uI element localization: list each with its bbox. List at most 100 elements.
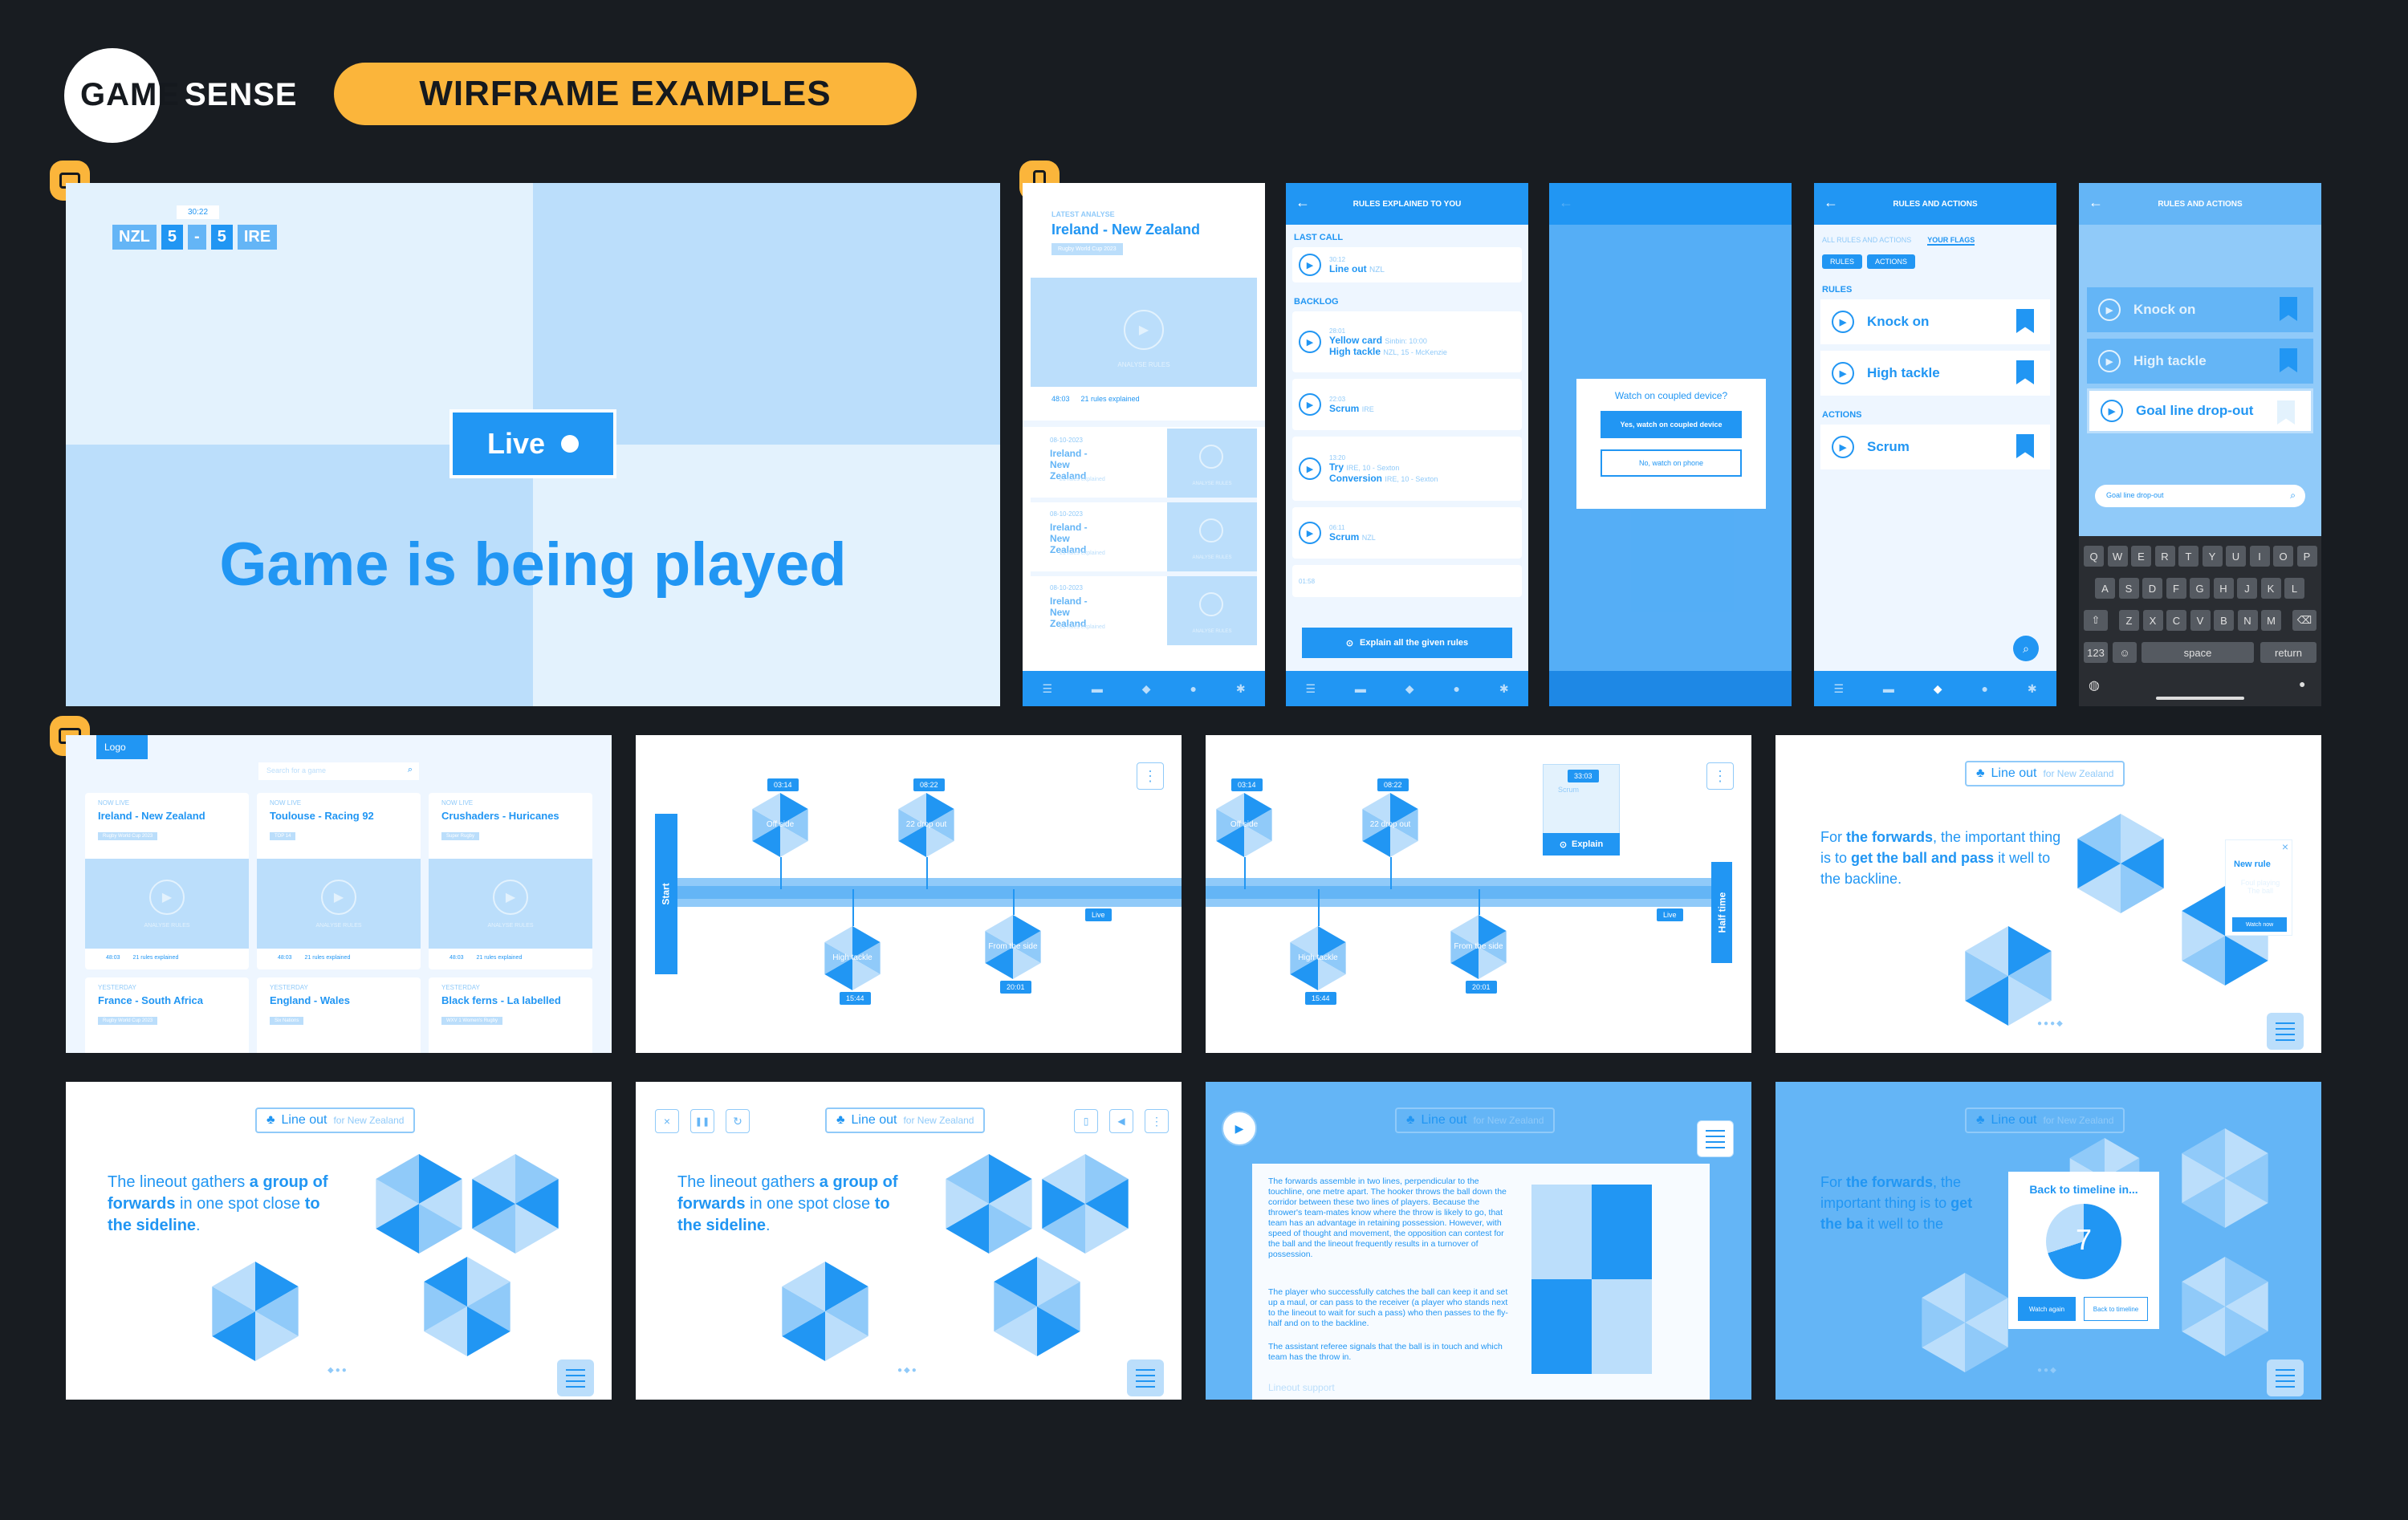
tab-all[interactable]: ALL RULES AND ACTIONS <box>1822 236 1911 246</box>
bookmark-icon[interactable]: ◆ <box>1142 682 1151 696</box>
live-chip[interactable]: Live <box>1657 908 1683 921</box>
filter-rules[interactable]: RULES <box>1822 254 1863 269</box>
live-button[interactable]: Live <box>449 409 616 478</box>
key-v[interactable]: V <box>2190 610 2211 631</box>
play-icon[interactable]: ▶ <box>1832 311 1854 333</box>
key-i[interactable]: I <box>2249 546 2270 567</box>
yes-coupled-button[interactable]: Yes, watch on coupled device <box>1601 411 1742 438</box>
new-rule-popup[interactable]: × New rule Foul playing The ball Watch n… <box>2225 839 2292 936</box>
return-key[interactable]: return <box>2260 642 2316 663</box>
menu-icon[interactable] <box>557 1359 594 1396</box>
key-j[interactable]: J <box>2237 578 2257 599</box>
key-x[interactable]: X <box>2142 610 2163 631</box>
close-icon[interactable]: × <box>2282 840 2288 853</box>
key-q[interactable]: Q <box>2084 546 2104 567</box>
flag-row-selected[interactable]: ▶ Goal line drop-out <box>2087 388 2313 433</box>
space-key[interactable]: space <box>2142 642 2254 663</box>
game-card[interactable]: YESTERDAY Black ferns - La labelled WXV 1 … <box>429 977 592 1053</box>
list-item[interactable]: 08-10-2023 Ireland - New Zealand 21 rule… <box>1031 502 1257 576</box>
bookmark-icon[interactable]: ◆ <box>1934 682 1942 696</box>
key-o[interactable]: O <box>2273 546 2293 567</box>
emoji-key[interactable]: ☺ <box>2113 642 2137 663</box>
backlog-item[interactable]: ▶ 22:03 Scrum IRE <box>1292 379 1522 430</box>
list-item[interactable]: 08-10-2023 Ireland - New Zealand 21 rule… <box>1031 429 1257 502</box>
play-icon[interactable]: ▶ <box>1299 331 1321 353</box>
menu-icon[interactable] <box>2267 1013 2304 1050</box>
key-n[interactable]: N <box>2237 610 2258 631</box>
flag-row[interactable]: ▶ Scrum <box>1820 425 2050 469</box>
play-icon[interactable]: ▶ <box>1124 310 1164 350</box>
home-icon[interactable]: ☰ <box>1305 682 1316 696</box>
list-item[interactable]: 08-10-2023 Ireland - New Zealand 21 rule… <box>1031 576 1257 650</box>
backlog-item[interactable]: 01:58 <box>1292 565 1522 597</box>
search-input[interactable]: Goal line drop-out ⌕ <box>2095 485 2305 507</box>
bookmark-icon[interactable] <box>2016 309 2034 333</box>
explain-button[interactable]: ⊙ Explain <box>1543 833 1620 856</box>
backlog-item[interactable]: ▶ 28:01 Yellow card Sinbin: 10:00 High tack… <box>1292 311 1522 372</box>
play-icon[interactable]: ▶ <box>1222 1111 1257 1146</box>
home-icon[interactable]: ☰ <box>1833 682 1844 696</box>
play-icon[interactable]: ▶ <box>1299 457 1321 480</box>
watch-again-button[interactable]: Watch again <box>2018 1297 2076 1321</box>
backlog-item[interactable]: ▶ 06:11 Scrum NZL <box>1292 507 1522 559</box>
flag-row[interactable]: ▶ Knock on <box>1820 299 2050 344</box>
key-k[interactable]: K <box>2260 578 2281 599</box>
folder-icon[interactable]: ▬ <box>1092 682 1103 695</box>
game-card[interactable]: YESTERDAY England - Wales Six Nations <box>257 977 421 1053</box>
back-to-timeline-button[interactable]: Back to timeline <box>2084 1297 2148 1321</box>
key-r[interactable]: R <box>2154 546 2175 567</box>
menu-icon[interactable] <box>2267 1359 2304 1396</box>
game-card[interactable]: NOW LIVE Crushaders - Huricanes Super Ru… <box>429 793 592 969</box>
play-icon[interactable]: ▶ <box>493 880 528 915</box>
folder-icon[interactable]: ▬ <box>1355 682 1366 695</box>
flag-row[interactable]: ▶ High tackle <box>1820 351 2050 396</box>
microphone-icon[interactable]: ● <box>2299 677 2305 690</box>
filter-actions[interactable]: ACTIONS <box>1867 254 1916 269</box>
bookmark-icon[interactable] <box>2016 434 2034 458</box>
item-thumbnail[interactable]: ANALYSE RULES <box>1167 502 1257 571</box>
more-icon[interactable]: ⋮ <box>1706 762 1734 790</box>
profile-icon[interactable]: ● <box>1190 682 1196 695</box>
key-e[interactable]: E <box>2131 546 2151 567</box>
play-icon[interactable]: ▶ <box>1832 436 1854 458</box>
settings-icon[interactable]: ✱ <box>2028 682 2037 696</box>
back-icon[interactable]: ← <box>1296 194 1310 211</box>
game-card[interactable]: NOW LIVE Ireland - New Zealand Rugby Wor… <box>85 793 249 969</box>
video-thumbnail[interactable]: ▶ ANALYSE RULES <box>1031 278 1257 387</box>
key-f[interactable]: F <box>2166 578 2186 599</box>
key-c[interactable]: C <box>2166 610 2186 631</box>
tab-flags[interactable]: YOUR FLAGS <box>1927 236 1975 246</box>
backlog-item[interactable]: ▶ 13:20 Try IRE, 10 - Sexton Conversion IRE… <box>1292 437 1522 501</box>
bookmark-icon[interactable]: ◆ <box>1405 682 1414 696</box>
bookmark-icon[interactable] <box>2016 360 2034 384</box>
folder-icon[interactable]: ▬ <box>1883 682 1894 695</box>
play-icon[interactable]: ▶ <box>1832 362 1854 384</box>
menu-icon[interactable] <box>1127 1359 1164 1396</box>
play-icon[interactable]: ▶ <box>1299 254 1321 276</box>
explain-all-button[interactable]: ⊙ Explain all the given rules <box>1302 628 1512 658</box>
key-b[interactable]: B <box>2214 610 2234 631</box>
key-z[interactable]: Z <box>2119 610 2139 631</box>
key-s[interactable]: S <box>2118 578 2139 599</box>
profile-icon[interactable]: ● <box>1453 682 1459 695</box>
item-thumbnail[interactable]: ANALYSE RULES <box>1167 429 1257 498</box>
home-icon[interactable]: ☰ <box>1042 682 1052 696</box>
menu-icon[interactable] <box>1697 1120 1734 1157</box>
key-w[interactable]: W <box>2107 546 2128 567</box>
search-icon[interactable]: ⌕ <box>2013 636 2039 661</box>
game-card[interactable]: NOW LIVE Toulouse - Racing 92 TOP 14 ▶ AN… <box>257 793 421 969</box>
game-card[interactable]: YESTERDAY France - South Africa Rugby Worl… <box>85 977 249 1053</box>
settings-icon[interactable]: ✱ <box>1499 682 1509 696</box>
no-phone-button[interactable]: No, watch on phone <box>1601 449 1742 477</box>
profile-icon[interactable]: ● <box>1981 682 1987 695</box>
key-g[interactable]: G <box>2190 578 2210 599</box>
globe-icon[interactable]: ◍ <box>2089 677 2100 693</box>
key-p[interactable]: P <box>2296 546 2317 567</box>
key-d[interactable]: D <box>2142 578 2162 599</box>
key-h[interactable]: H <box>2213 578 2234 599</box>
settings-icon[interactable]: ✱ <box>1236 682 1246 696</box>
last-call-card[interactable]: ▶ 30:12 Line out NZL <box>1292 247 1522 282</box>
play-icon[interactable]: ▶ <box>149 880 185 915</box>
key-l[interactable]: L <box>2284 578 2304 599</box>
watch-now-button[interactable]: Watch now <box>2232 917 2287 932</box>
